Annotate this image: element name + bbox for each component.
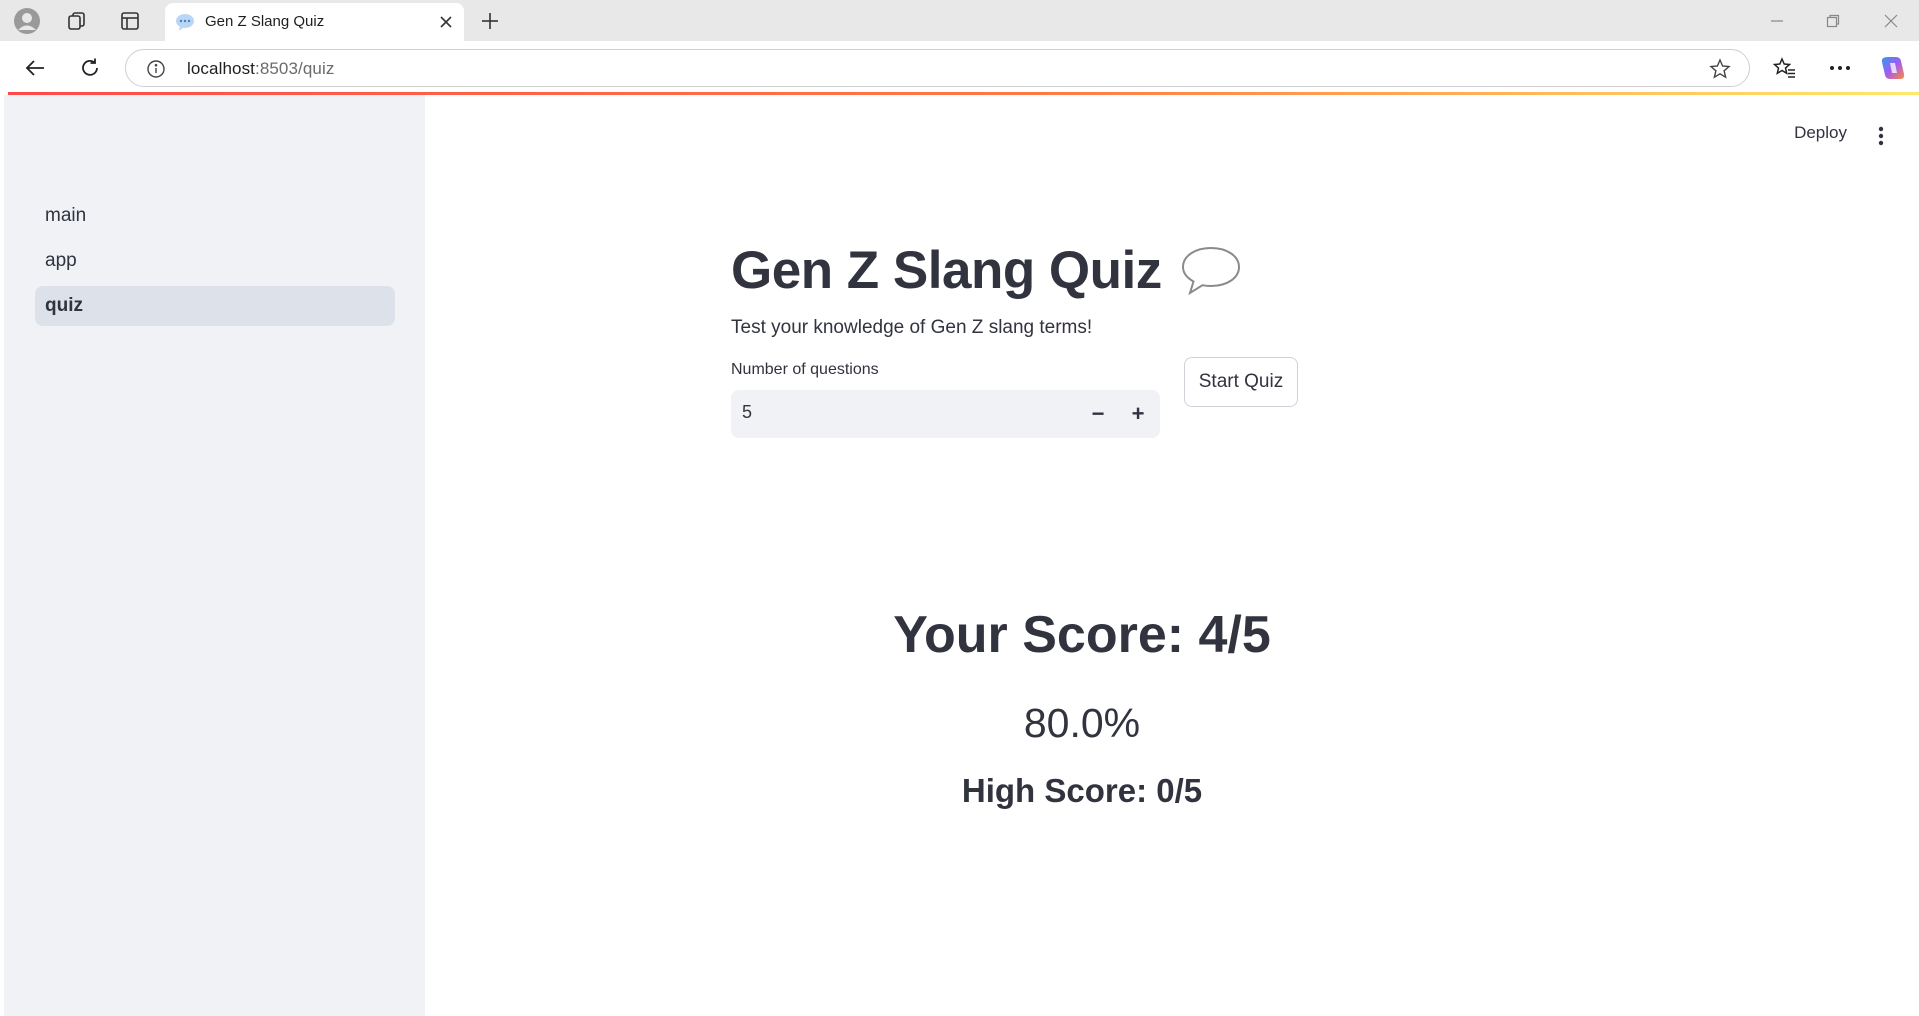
page-title: Gen Z Slang Quiz: [731, 240, 1162, 300]
more-options-icon[interactable]: [1823, 51, 1857, 85]
back-arrow-icon[interactable]: [18, 51, 52, 85]
increment-button[interactable]: +: [1122, 398, 1154, 430]
refresh-icon[interactable]: [73, 51, 107, 85]
app-header-actions: Deploy: [1719, 95, 1919, 180]
speech-balloon-favicon-icon: [175, 12, 195, 32]
quiz-settings-row: Number of questions 5 − + Start Quiz: [731, 357, 1431, 441]
address-bar[interactable]: localhost:8503/quiz: [125, 49, 1750, 87]
questions-number-input[interactable]: 5 − +: [731, 390, 1160, 438]
minimize-icon[interactable]: [1749, 0, 1805, 41]
tab-title: Gen Z Slang Quiz: [205, 13, 325, 30]
questions-field-label: Number of questions: [731, 361, 879, 378]
plus-icon: +: [1131, 401, 1145, 426]
close-tab-icon[interactable]: [436, 12, 456, 32]
browser-toolbar: localhost:8503/quiz: [0, 41, 1919, 94]
decrement-button[interactable]: −: [1082, 398, 1114, 430]
browser-tab-strip: Gen Z Slang Quiz: [0, 0, 1919, 41]
sidebar: main app quiz: [4, 95, 425, 1016]
high-score: High Score: 0/5: [961, 772, 1203, 809]
app-viewport: main app quiz Deploy Gen Z Slang Quiz Te…: [4, 95, 1919, 1016]
url-text: localhost:8503/quiz: [187, 59, 334, 79]
speech-balloon-icon: [1181, 246, 1240, 296]
profile-avatar-icon[interactable]: [5, 0, 49, 41]
sidebar-item-app[interactable]: app: [35, 241, 395, 281]
url-host: localhost: [187, 59, 255, 78]
score-percent: 80.0%: [1023, 700, 1141, 746]
sidebar-item-label: app: [45, 250, 77, 271]
sidebar-item-main[interactable]: main: [35, 196, 395, 236]
main-content: Gen Z Slang Quiz Test your knowledge of …: [731, 235, 1431, 441]
minus-icon: −: [1091, 401, 1105, 426]
sidebar-item-label: quiz: [45, 295, 83, 316]
page-subtitle: Test your knowledge of Gen Z slang terms…: [731, 317, 1093, 338]
sidebar-item-quiz[interactable]: quiz: [35, 286, 395, 326]
url-path: :8503/quiz: [255, 59, 335, 78]
sidebar-nav: main app quiz: [35, 196, 395, 331]
results-section: Your Score: 4/5 80.0% High Score: 0/5: [731, 597, 1433, 813]
deploy-button[interactable]: Deploy: [1794, 123, 1847, 143]
favorites-icon[interactable]: [1768, 51, 1802, 85]
restore-icon[interactable]: [1805, 0, 1861, 41]
copilot-icon[interactable]: [1876, 51, 1910, 85]
title-row: Gen Z Slang Quiz: [731, 235, 1431, 305]
workspaces-icon[interactable]: [55, 0, 99, 41]
window-close-icon[interactable]: [1863, 0, 1919, 41]
active-tab[interactable]: Gen Z Slang Quiz: [165, 3, 464, 41]
main-menu-icon[interactable]: [1871, 125, 1891, 147]
sidebar-item-label: main: [45, 205, 87, 226]
new-tab-icon[interactable]: [474, 8, 506, 34]
site-info-icon[interactable]: [146, 59, 166, 79]
favorite-star-icon[interactable]: [1709, 58, 1731, 80]
questions-value[interactable]: 5: [742, 402, 752, 423]
score-heading: Your Score: 4/5: [893, 606, 1271, 664]
vertical-tabs-icon[interactable]: [108, 0, 152, 41]
start-quiz-button[interactable]: Start Quiz: [1184, 357, 1298, 407]
